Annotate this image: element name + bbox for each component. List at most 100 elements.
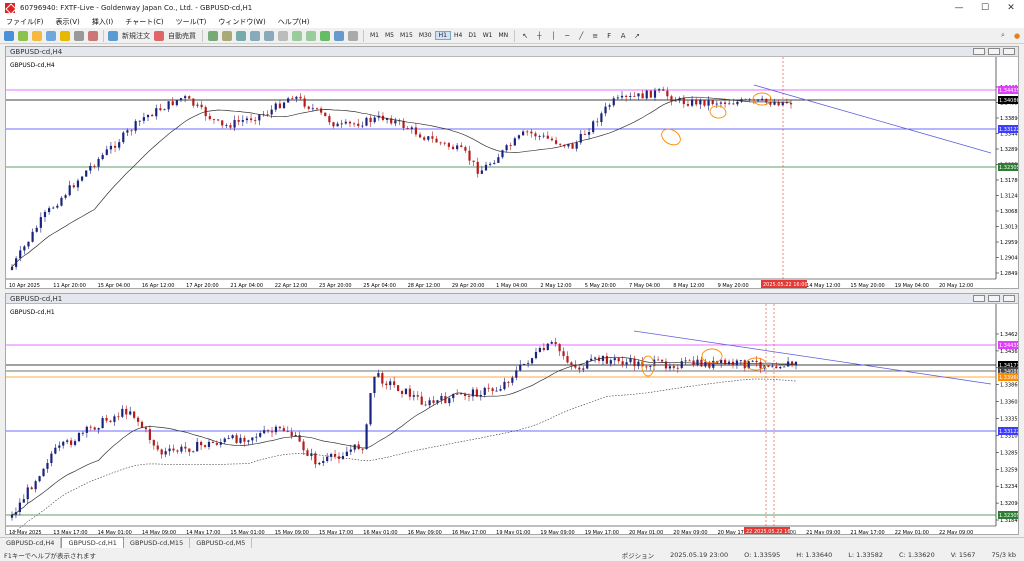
time-label: 16 May 09:00 — [408, 530, 442, 534]
profiles-button[interactable] — [17, 30, 29, 42]
menu-charts[interactable]: チャート(C) — [119, 17, 169, 27]
candle-body — [526, 131, 529, 133]
text-icon: A — [620, 31, 626, 40]
tab-gbpusd-m5[interactable]: GBPUSD-cd,M5 — [190, 538, 253, 548]
menu-file[interactable]: ファイル(F) — [0, 17, 50, 27]
menu-tools[interactable]: ツール(T) — [170, 17, 213, 27]
candle-body — [361, 449, 364, 450]
chart-shift-button[interactable] — [305, 30, 317, 42]
bar-chart-button[interactable] — [207, 30, 219, 42]
zoom-in-button[interactable] — [249, 30, 261, 42]
market-watch-button[interactable] — [31, 30, 43, 42]
zoom-out-button[interactable] — [263, 30, 275, 42]
chart-window-h1[interactable]: GBPUSD-cd,H1 GBPUSD-cd,H1 1.34620 1.34365… — [5, 293, 1019, 535]
time-label: 21 May 09:00 — [806, 530, 840, 534]
candle-body — [542, 347, 545, 351]
auto-trade-button[interactable]: 自動売買 — [154, 30, 198, 42]
horizontal-line-button[interactable]: ─ — [561, 30, 573, 42]
candle-body — [239, 437, 242, 443]
chart-close-button[interactable] — [1003, 295, 1015, 302]
candle-body — [22, 499, 25, 503]
candle-body — [322, 461, 325, 463]
h4-resistance-magenta-line-value: 1.34435 — [999, 88, 1018, 94]
price-label: 1.30130 — [1000, 225, 1018, 231]
chat-button[interactable]: ● — [1011, 30, 1023, 42]
line-chart-button[interactable] — [235, 30, 247, 42]
h1-chart-canvas[interactable]: GBPUSD-cd,H1 1.346201.343651.341151.3386… — [6, 304, 1018, 534]
candle-body — [719, 102, 723, 104]
timeframe-mn[interactable]: MN — [496, 32, 512, 39]
candle-body — [97, 428, 100, 430]
tile-windows-button[interactable] — [277, 30, 289, 42]
tab-gbpusd-m15[interactable]: GBPUSD-cd,M15 — [124, 538, 191, 548]
trendline-button[interactable]: ╱ — [575, 30, 587, 42]
timeframe-m15[interactable]: M15 — [397, 32, 416, 39]
candle-body — [740, 99, 743, 102]
candle-body — [353, 123, 356, 125]
navigator-button[interactable] — [59, 30, 71, 42]
price-label: 1.31240 — [1000, 194, 1018, 200]
search-button[interactable]: ⌕ — [997, 30, 1009, 42]
channel-button[interactable]: ≡ — [589, 30, 601, 42]
fibonacci-icon: F — [607, 31, 612, 40]
status-bar: F1キーでヘルプが表示されます ポジション 2025.05.19 23:00 O… — [0, 548, 1024, 561]
data-window-button[interactable] — [45, 30, 57, 42]
candle-body — [43, 212, 47, 218]
timeframe-h1[interactable]: H1 — [434, 31, 451, 40]
candle-body — [767, 365, 770, 367]
timeframe-m1[interactable]: M1 — [367, 32, 382, 39]
periods-button[interactable] — [333, 30, 345, 42]
timeframe-d1[interactable]: D1 — [465, 32, 479, 39]
arrows-button[interactable]: ➚ — [631, 30, 643, 42]
fibonacci-button[interactable]: F — [603, 30, 615, 42]
chart-close-button[interactable] — [1003, 48, 1015, 55]
timeframe-w1[interactable]: W1 — [480, 32, 496, 39]
timeframe-h4[interactable]: H4 — [451, 32, 465, 39]
price-label: 1.34365 — [1000, 349, 1018, 355]
candle-body — [467, 396, 471, 397]
tab-gbpusd-h4[interactable]: GBPUSD-cd,H4 — [0, 538, 62, 548]
chart-window-h4[interactable]: GBPUSD-cd,H4 GBPUSD-cd,H4 1.34435 1.34086… — [5, 46, 1019, 289]
candle-body — [739, 360, 742, 362]
chart-minimize-button[interactable] — [973, 295, 985, 302]
candlestick-button[interactable] — [221, 30, 233, 42]
candle-body — [336, 123, 339, 127]
chart-maximize-button[interactable] — [988, 295, 1000, 302]
timeframe-m5[interactable]: M5 — [382, 32, 397, 39]
close-button[interactable]: ✕ — [998, 0, 1024, 16]
templates-button[interactable] — [347, 30, 359, 42]
search-icon: ⌕ — [1001, 31, 1005, 39]
menu-help[interactable]: ヘルプ(H) — [272, 17, 316, 27]
chart-minimize-button[interactable] — [973, 48, 985, 55]
chart-window-header: GBPUSD-cd,H1 — [6, 294, 1018, 304]
candle-body — [324, 112, 327, 117]
maximize-button[interactable]: ☐ — [972, 0, 998, 16]
menu-insert[interactable]: 挿入(I) — [86, 17, 120, 27]
terminal-button[interactable] — [73, 30, 85, 42]
h4-chart-canvas[interactable]: GBPUSD-cd,H4 1.344351.340861.338901.3344… — [6, 57, 1018, 288]
candle-body — [72, 185, 75, 188]
candle-body — [653, 90, 657, 98]
new-order-button[interactable]: 新規注文 — [108, 30, 152, 42]
candle-body — [676, 367, 679, 369]
crosshair-tool-button[interactable]: ┼ — [533, 30, 545, 42]
candle-body — [328, 116, 331, 123]
candle-body — [311, 108, 314, 110]
text-tool-button[interactable]: A — [617, 30, 629, 42]
menu-window[interactable]: ウィンドウ(W) — [212, 17, 271, 27]
candle-body — [26, 487, 29, 500]
cursor-tool-button[interactable]: ↖ — [519, 30, 531, 42]
candle-body — [660, 359, 664, 362]
vertical-line-button[interactable]: │ — [547, 30, 559, 42]
timeframe-m30[interactable]: M30 — [416, 32, 435, 39]
autoscroll-button[interactable] — [291, 30, 303, 42]
indicators-button[interactable] — [319, 30, 331, 42]
tab-gbpusd-h1[interactable]: GBPUSD-cd,H1 — [61, 537, 124, 548]
menu-view[interactable]: 表示(V) — [50, 17, 86, 27]
strategy-tester-button[interactable] — [87, 30, 99, 42]
new-chart-button[interactable] — [3, 30, 15, 42]
chart-maximize-button[interactable] — [988, 48, 1000, 55]
time-label: 25 Apr 04:00 — [363, 283, 396, 288]
minimize-button[interactable]: — — [946, 0, 972, 16]
candle-body — [517, 135, 521, 139]
